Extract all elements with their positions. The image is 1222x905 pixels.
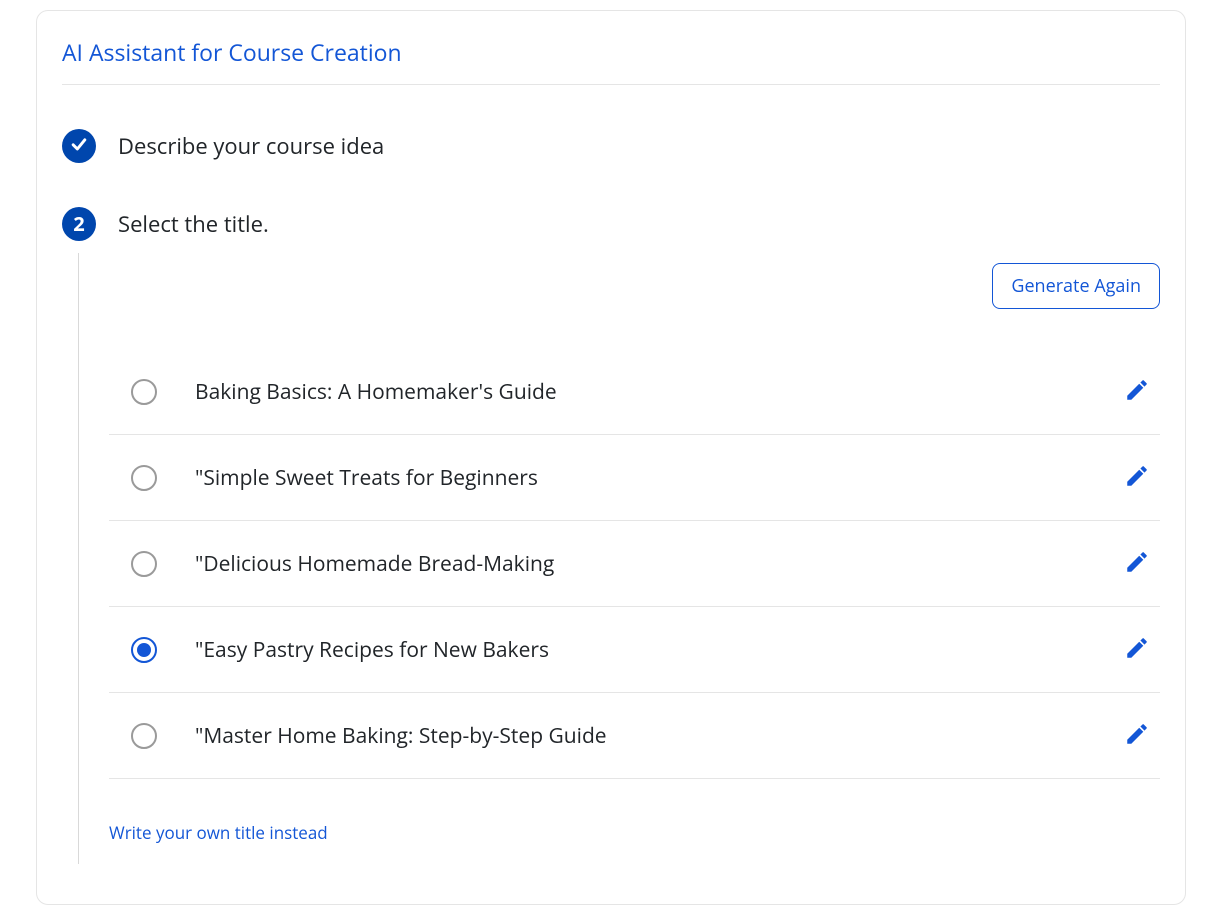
title-option: "Delicious Homemade Bread-Making bbox=[109, 521, 1160, 607]
title-option-label[interactable]: "Simple Sweet Treats for Beginners bbox=[195, 464, 1120, 492]
edit-title-button[interactable] bbox=[1120, 373, 1154, 410]
radio-button[interactable] bbox=[131, 723, 157, 749]
edit-title-button[interactable] bbox=[1120, 545, 1154, 582]
edit-title-button[interactable] bbox=[1120, 631, 1154, 668]
radio-button[interactable] bbox=[131, 637, 157, 663]
title-option-label[interactable]: "Delicious Homemade Bread-Making bbox=[195, 550, 1120, 578]
step-2-title: Select the title. bbox=[118, 209, 269, 239]
pencil-icon bbox=[1124, 721, 1150, 750]
title-option: "Easy Pastry Recipes for New Bakers bbox=[109, 607, 1160, 693]
generate-again-button[interactable]: Generate Again bbox=[992, 263, 1160, 309]
check-icon bbox=[69, 134, 89, 159]
title-option-label[interactable]: Baking Basics: A Homemaker's Guide bbox=[195, 378, 1120, 406]
title-option-list: Baking Basics: A Homemaker's Guide "Simp… bbox=[109, 349, 1160, 779]
title-option: "Simple Sweet Treats for Beginners bbox=[109, 435, 1160, 521]
radio-button[interactable] bbox=[131, 551, 157, 577]
step-2-number: 2 bbox=[73, 214, 84, 234]
generate-again-row: Generate Again bbox=[109, 263, 1160, 309]
step-1-title: Describe your course idea bbox=[118, 131, 384, 161]
title-option-label[interactable]: "Master Home Baking: Step-by-Step Guide bbox=[195, 722, 1120, 750]
pencil-icon bbox=[1124, 635, 1150, 664]
write-own-title-link[interactable]: Write your own title instead bbox=[109, 821, 328, 844]
title-option: "Master Home Baking: Step-by-Step Guide bbox=[109, 693, 1160, 779]
step-1[interactable]: Describe your course idea bbox=[62, 129, 1160, 163]
panel-title: AI Assistant for Course Creation bbox=[62, 36, 1160, 85]
step-2-body: Generate Again Baking Basics: A Homemake… bbox=[78, 253, 1160, 864]
radio-button[interactable] bbox=[131, 465, 157, 491]
edit-title-button[interactable] bbox=[1120, 717, 1154, 754]
radio-button[interactable] bbox=[131, 379, 157, 405]
ai-assistant-panel: AI Assistant for Course Creation Describ… bbox=[36, 10, 1186, 905]
pencil-icon bbox=[1124, 463, 1150, 492]
step-2-indicator: 2 bbox=[62, 207, 96, 241]
step-2: 2 Select the title. bbox=[62, 207, 1160, 241]
pencil-icon bbox=[1124, 549, 1150, 578]
title-option: Baking Basics: A Homemaker's Guide bbox=[109, 349, 1160, 435]
edit-title-button[interactable] bbox=[1120, 459, 1154, 496]
pencil-icon bbox=[1124, 377, 1150, 406]
title-option-label[interactable]: "Easy Pastry Recipes for New Bakers bbox=[195, 636, 1120, 664]
step-1-indicator bbox=[62, 129, 96, 163]
